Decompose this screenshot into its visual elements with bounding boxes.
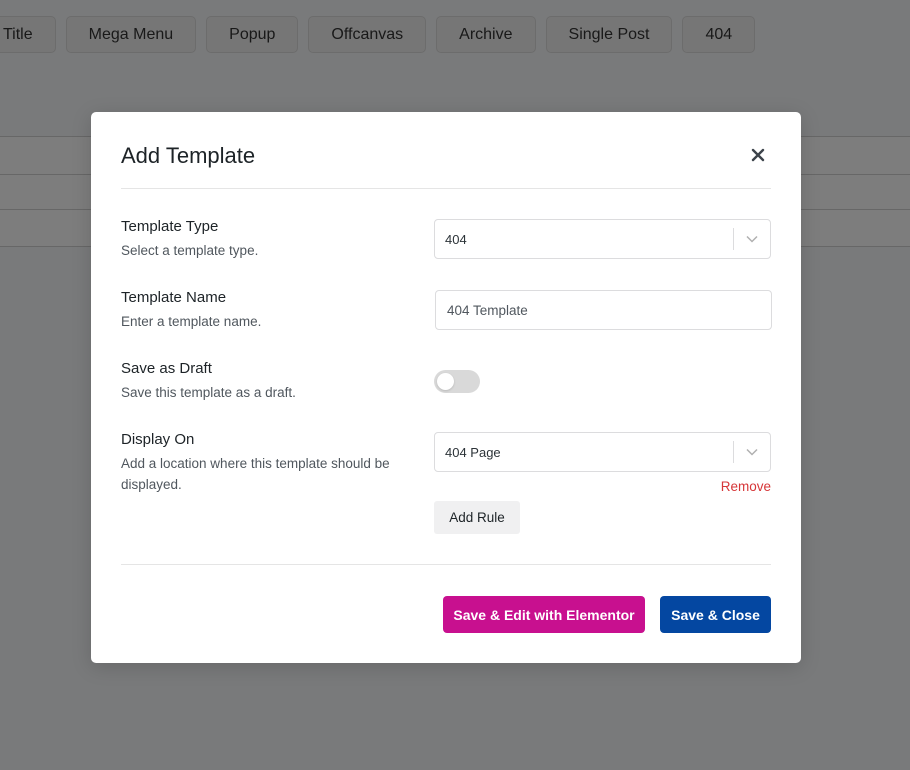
- template-type-label: Template Type: [121, 218, 219, 235]
- template-type-description: Select a template type.: [121, 243, 259, 258]
- template-name-input[interactable]: [435, 290, 772, 330]
- save-as-draft-label: Save as Draft: [121, 360, 212, 377]
- template-type-value: 404: [445, 231, 467, 247]
- save-close-button[interactable]: Save & Close: [660, 596, 771, 633]
- template-type-select[interactable]: 404: [434, 219, 771, 259]
- display-on-description: Add a location where this template shoul…: [121, 456, 390, 492]
- template-name-description: Enter a template name.: [121, 314, 262, 329]
- save-edit-elementor-button[interactable]: Save & Edit with Elementor: [443, 596, 645, 633]
- close-button[interactable]: [745, 142, 771, 168]
- display-on-label: Display On: [121, 431, 195, 448]
- save-as-draft-toggle[interactable]: [434, 370, 480, 393]
- chevron-down-icon[interactable]: [734, 448, 770, 456]
- remove-rule-link[interactable]: Remove: [721, 479, 771, 494]
- display-on-select[interactable]: 404 Page: [434, 432, 771, 472]
- chevron-down-icon[interactable]: [734, 235, 770, 243]
- header-divider: [121, 188, 771, 189]
- add-template-modal: Add Template Template Type Select a temp…: [91, 112, 801, 663]
- save-as-draft-description: Save this template as a draft.: [121, 385, 296, 400]
- template-name-label: Template Name: [121, 289, 227, 306]
- modal-title: Add Template: [121, 143, 256, 168]
- add-rule-button[interactable]: Add Rule: [434, 501, 520, 534]
- footer-divider: [121, 564, 771, 565]
- toggle-knob: [437, 373, 454, 390]
- display-on-value: 404 Page: [445, 444, 501, 460]
- close-icon: [751, 148, 765, 162]
